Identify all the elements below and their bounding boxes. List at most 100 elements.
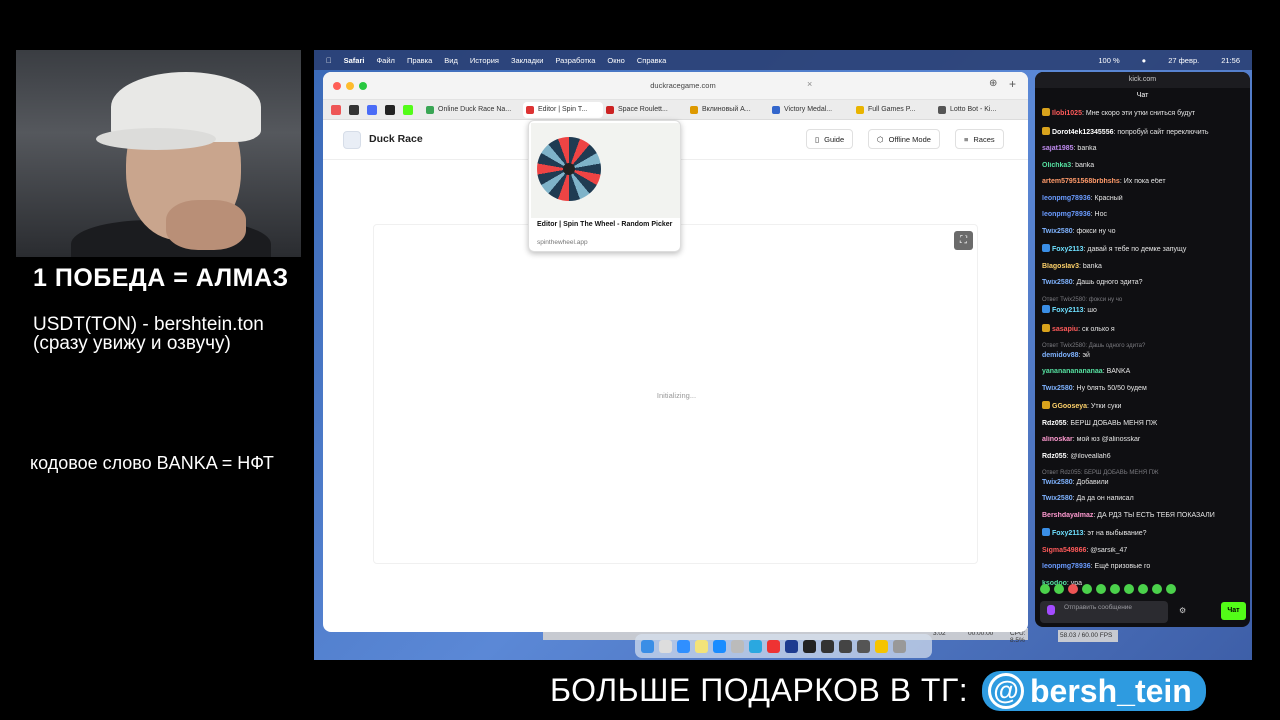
chat-username[interactable]: Twix2580 — [1042, 385, 1073, 392]
menu-item-file[interactable]: Файл — [376, 56, 394, 65]
pinned-tab-icon[interactable] — [385, 104, 395, 115]
menu-time[interactable]: 21:56 — [1221, 56, 1240, 65]
chat-username[interactable]: Foxy2113 — [1052, 307, 1084, 314]
menu-item-help[interactable]: Справка — [637, 56, 666, 65]
chat-username[interactable]: sajat1985 — [1042, 145, 1074, 152]
folder-icon[interactable] — [875, 639, 888, 653]
chat-username[interactable]: demidov88 — [1042, 352, 1079, 359]
duck-race-logo[interactable] — [343, 131, 361, 149]
user-badge-icon — [1042, 244, 1050, 252]
emote-bar[interactable] — [1040, 584, 1245, 596]
tab-victory-medal[interactable]: Victory Medal... — [769, 102, 853, 118]
telegram-handle: bersh_tein — [1030, 672, 1192, 709]
tab-vklinovy[interactable]: Вклиновый А... — [687, 102, 769, 118]
pinned-tab-icon[interactable] — [403, 104, 413, 115]
chat-username[interactable]: GGooseya — [1052, 403, 1087, 410]
wifi-icon[interactable]: ● — [1142, 56, 1147, 65]
zoom-window-button[interactable] — [359, 82, 367, 90]
close-window-button[interactable] — [333, 82, 341, 90]
chat-username[interactable]: sasapiu — [1052, 326, 1078, 333]
guide-button[interactable]: ▯ Guide — [806, 129, 854, 149]
battery-level[interactable]: 100 % — [1098, 56, 1119, 65]
chat-text: Дашь одного эдита? — [1076, 279, 1143, 286]
chat-username[interactable]: Twix2580 — [1042, 228, 1073, 235]
tab-spin-wheel[interactable]: Editor | Spin T... — [523, 101, 603, 118]
at-sign-icon: @ — [988, 673, 1024, 709]
tab-lotto-bot[interactable]: Lotto Bot - Ki... — [935, 102, 1007, 118]
send-chat-button[interactable]: Чат — [1221, 602, 1246, 620]
chat-username[interactable]: yananananananaa — [1042, 368, 1103, 375]
menu-app-name[interactable]: Safari — [344, 56, 365, 65]
notes-icon[interactable] — [695, 639, 708, 653]
menu-item-bookmarks[interactable]: Закладки — [511, 56, 543, 65]
settings-icon[interactable] — [731, 639, 744, 653]
app-icon[interactable] — [785, 639, 798, 653]
pinned-tab-icon[interactable] — [349, 104, 359, 115]
obs-icon[interactable] — [839, 639, 852, 653]
app-icon[interactable] — [767, 639, 780, 653]
chat-message: artem57951568brbhshs: Их пока ебет — [1042, 178, 1166, 185]
chat-message: GGooseya: Утки суки — [1042, 401, 1247, 412]
new-tab-icon[interactable]: + — [1009, 77, 1016, 91]
chat-message: leonpmg78936: Нос — [1042, 211, 1107, 218]
app-icon[interactable] — [857, 639, 870, 653]
menu-item-develop[interactable]: Разработка — [555, 56, 595, 65]
obs-fps: 58.03 / 60.00 FPS — [1058, 630, 1118, 642]
telegram-handle-badge: @ bersh_tein — [982, 671, 1206, 711]
chat-message: Ответ Twix2580: Дашь одного эдита? demido… — [1042, 342, 1247, 360]
chat-text: @iloveallah6 — [1070, 452, 1111, 460]
chat-username[interactable]: Ilobi1025 — [1052, 110, 1082, 117]
chat-text: эт на выбывание? — [1087, 530, 1147, 537]
telegram-icon[interactable] — [749, 639, 762, 653]
chat-username[interactable]: alinoskar — [1042, 436, 1073, 443]
menu-item-edit[interactable]: Правка — [407, 56, 432, 65]
chat-settings-icon[interactable]: ⚙ — [1179, 606, 1186, 615]
chat-username[interactable]: Rdz055 — [1042, 420, 1067, 427]
chat-username[interactable]: leonpmg78936 — [1042, 563, 1091, 570]
tab-preview-card[interactable]: Editor | Spin The Wheel - Random Picker … — [528, 120, 681, 252]
minimize-window-button[interactable] — [346, 82, 354, 90]
tab-space-roulette[interactable]: Space Roulett... — [603, 102, 687, 118]
apple-icon[interactable]:  — [326, 56, 332, 65]
menu-date[interactable]: 27 февр. — [1168, 56, 1199, 65]
chat-username[interactable]: leonpmg78936 — [1042, 211, 1091, 218]
tab-full-games[interactable]: Full Games P... — [853, 102, 935, 118]
address-bar[interactable]: duckracegame.com — [553, 78, 813, 94]
menu-item-history[interactable]: История — [470, 56, 499, 65]
pinned-tab-icon[interactable] — [367, 104, 377, 115]
chat-username[interactable]: Foxy2113 — [1052, 246, 1084, 253]
chat-username[interactable]: Dorot4ek12345556 — [1052, 129, 1114, 136]
chat-username[interactable]: Olichka3 — [1042, 162, 1071, 169]
menu-item-view[interactable]: Вид — [444, 56, 458, 65]
pinned-tab-icon[interactable] — [331, 104, 341, 115]
finder-icon[interactable] — [641, 639, 654, 653]
chat-username[interactable]: Bershdayalmaz — [1042, 512, 1093, 519]
microphone-icon[interactable] — [1047, 605, 1055, 615]
fullscreen-button[interactable]: ⛶ — [954, 231, 973, 250]
races-button[interactable]: ≡ Races — [955, 129, 1004, 149]
chat-username[interactable]: Blagoslav3 — [1042, 263, 1079, 270]
tab-duck-race[interactable]: Online Duck Race Na... — [423, 102, 523, 118]
menu-item-window[interactable]: Окно — [607, 56, 624, 65]
downloads-icon[interactable]: ⊕ — [989, 78, 997, 89]
chat-username[interactable]: leonpmg78936 — [1042, 195, 1091, 202]
tab-favicon — [426, 105, 434, 114]
offline-mode-button[interactable]: ⬡ Offline Mode — [868, 129, 940, 149]
chat-username[interactable]: Sigma549866 — [1042, 547, 1086, 554]
chat-input[interactable]: Отправить сообщение — [1040, 601, 1168, 623]
site-title[interactable]: Duck Race — [369, 133, 423, 145]
chat-username[interactable]: Rdz055 — [1042, 453, 1067, 460]
chat-username[interactable]: Foxy2113 — [1052, 530, 1084, 537]
user-badge-icon — [1042, 323, 1050, 332]
app-icon[interactable] — [803, 639, 816, 653]
clear-url-icon[interactable]: × — [807, 79, 812, 89]
trash-icon[interactable] — [893, 639, 906, 653]
chat-username[interactable]: artem57951568brbhshs — [1042, 178, 1120, 185]
app-store-icon[interactable] — [713, 639, 726, 653]
launchpad-icon[interactable] — [659, 639, 672, 653]
safari-icon[interactable] — [677, 639, 690, 653]
chat-username[interactable]: Twix2580 — [1042, 495, 1073, 502]
chat-username[interactable]: Twix2580 — [1042, 279, 1073, 286]
chat-username[interactable]: Twix2580 — [1042, 479, 1073, 486]
app-icon[interactable] — [821, 639, 834, 653]
